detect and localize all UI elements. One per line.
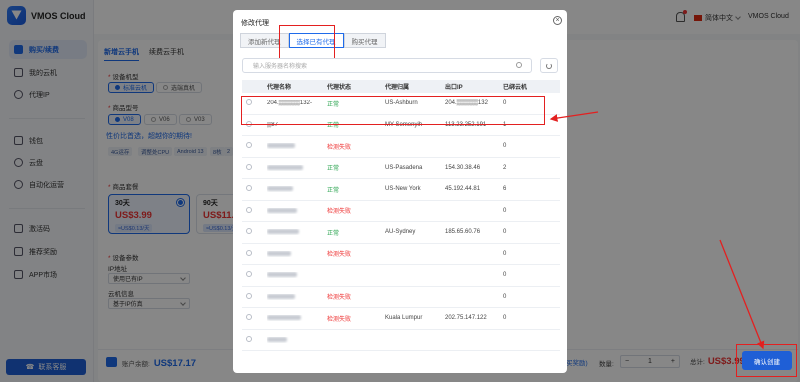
row-radio[interactable] bbox=[246, 142, 252, 149]
proxy-bound-count: 6 bbox=[503, 186, 507, 193]
table-row[interactable]: 正常 US-Pasadena 154.30.38.46 2 bbox=[242, 158, 560, 179]
proxy-region: AU-Sydney bbox=[385, 229, 416, 236]
proxy-status: 正常 bbox=[327, 166, 340, 173]
table-header: 代理名称 代理状态 代理归属 出口IP 已绑云机 bbox=[242, 80, 560, 93]
table-row[interactable]: 检测失败 0 bbox=[242, 244, 560, 265]
table-row[interactable]: 检测失败 0 bbox=[242, 287, 560, 308]
proxy-bound-count: 0 bbox=[503, 293, 507, 300]
search-icon[interactable] bbox=[516, 62, 522, 68]
redacted-proxy-name bbox=[267, 336, 287, 342]
dialog-title: 修改代理 bbox=[241, 20, 269, 27]
row-radio[interactable] bbox=[246, 314, 252, 321]
proxy-status: 检测失败 bbox=[327, 252, 352, 259]
redacted-proxy-name bbox=[267, 207, 297, 213]
redacted-proxy-name bbox=[267, 229, 299, 235]
column-header: 代理名称 bbox=[267, 85, 292, 91]
proxy-bound-count: 0 bbox=[503, 272, 507, 279]
proxy-region: US-Pasadena bbox=[385, 164, 423, 171]
table-row[interactable]: 0 bbox=[242, 265, 560, 287]
redacted-proxy-name bbox=[267, 250, 291, 256]
row-radio[interactable] bbox=[246, 292, 252, 299]
column-header: 代理状态 bbox=[327, 85, 352, 91]
redacted-proxy-name bbox=[267, 164, 303, 170]
proxy-status: 检测失败 bbox=[327, 316, 352, 323]
modify-proxy-dialog: 修改代理 × 添加新代理 选择已有代理 购买代理 输入服务器名称搜索 代理名称 … bbox=[233, 10, 567, 373]
close-icon[interactable]: × bbox=[553, 16, 562, 25]
redacted-proxy-name bbox=[267, 315, 301, 321]
proxy-bound-count: 0 bbox=[503, 207, 507, 214]
proxy-status: 检测失败 bbox=[327, 295, 352, 302]
row-radio[interactable] bbox=[246, 228, 252, 235]
column-header: 出口IP bbox=[445, 85, 463, 91]
row-radio[interactable] bbox=[246, 249, 252, 256]
proxy-bound-count: 0 bbox=[503, 250, 507, 257]
proxy-exit-ip: 185.65.60.76 bbox=[445, 229, 481, 236]
column-header: 代理归属 bbox=[385, 85, 410, 91]
refresh-button[interactable] bbox=[540, 58, 558, 73]
redacted-proxy-name bbox=[267, 186, 293, 192]
annotation-highlight-box bbox=[241, 96, 545, 125]
proxy-bound-count: 0 bbox=[503, 143, 507, 150]
proxy-status: 正常 bbox=[327, 230, 340, 237]
redacted-proxy-name bbox=[267, 293, 295, 299]
row-radio[interactable] bbox=[246, 335, 252, 342]
proxy-exit-ip: 154.30.38.46 bbox=[445, 164, 481, 171]
proxy-bound-count: 0 bbox=[503, 315, 507, 322]
proxy-bound-count: 2 bbox=[503, 164, 507, 171]
refresh-icon bbox=[546, 62, 552, 69]
table-row[interactable]: 检测失败 0 bbox=[242, 136, 560, 158]
table-row[interactable]: 正常 US-New York 45.192.44.81 6 bbox=[242, 179, 560, 201]
redacted-proxy-name bbox=[267, 143, 295, 149]
row-radio[interactable] bbox=[246, 185, 252, 192]
proxy-status: 正常 bbox=[327, 187, 340, 194]
proxy-status: 检测失败 bbox=[327, 209, 352, 216]
redacted-proxy-name bbox=[267, 272, 297, 278]
table-row[interactable]: 正常 AU-Sydney 185.65.60.76 0 bbox=[242, 222, 560, 244]
row-radio[interactable] bbox=[246, 271, 252, 278]
proxy-exit-ip: 202.75.147.122 bbox=[445, 315, 487, 322]
row-radio[interactable] bbox=[246, 163, 252, 170]
proxy-bound-count: 0 bbox=[503, 229, 507, 236]
proxy-region: Kuala Lumpur bbox=[385, 315, 423, 322]
row-radio[interactable] bbox=[246, 206, 252, 213]
column-header: 已绑云机 bbox=[503, 85, 528, 91]
tab-buy-proxy[interactable]: 购买代理 bbox=[343, 33, 386, 48]
table-row[interactable] bbox=[242, 330, 560, 351]
proxy-exit-ip: 45.192.44.81 bbox=[445, 186, 481, 193]
proxy-status: 检测失败 bbox=[327, 144, 352, 151]
proxy-search-input[interactable]: 输入服务器名称搜索 bbox=[242, 58, 532, 73]
proxy-region: US-New York bbox=[385, 186, 421, 193]
annotation-highlight-box bbox=[279, 25, 335, 61]
table-row[interactable]: 检测失败 0 bbox=[242, 201, 560, 222]
table-row[interactable]: 检测失败 Kuala Lumpur 202.75.147.122 0 bbox=[242, 308, 560, 330]
annotation-highlight-box bbox=[736, 344, 797, 377]
